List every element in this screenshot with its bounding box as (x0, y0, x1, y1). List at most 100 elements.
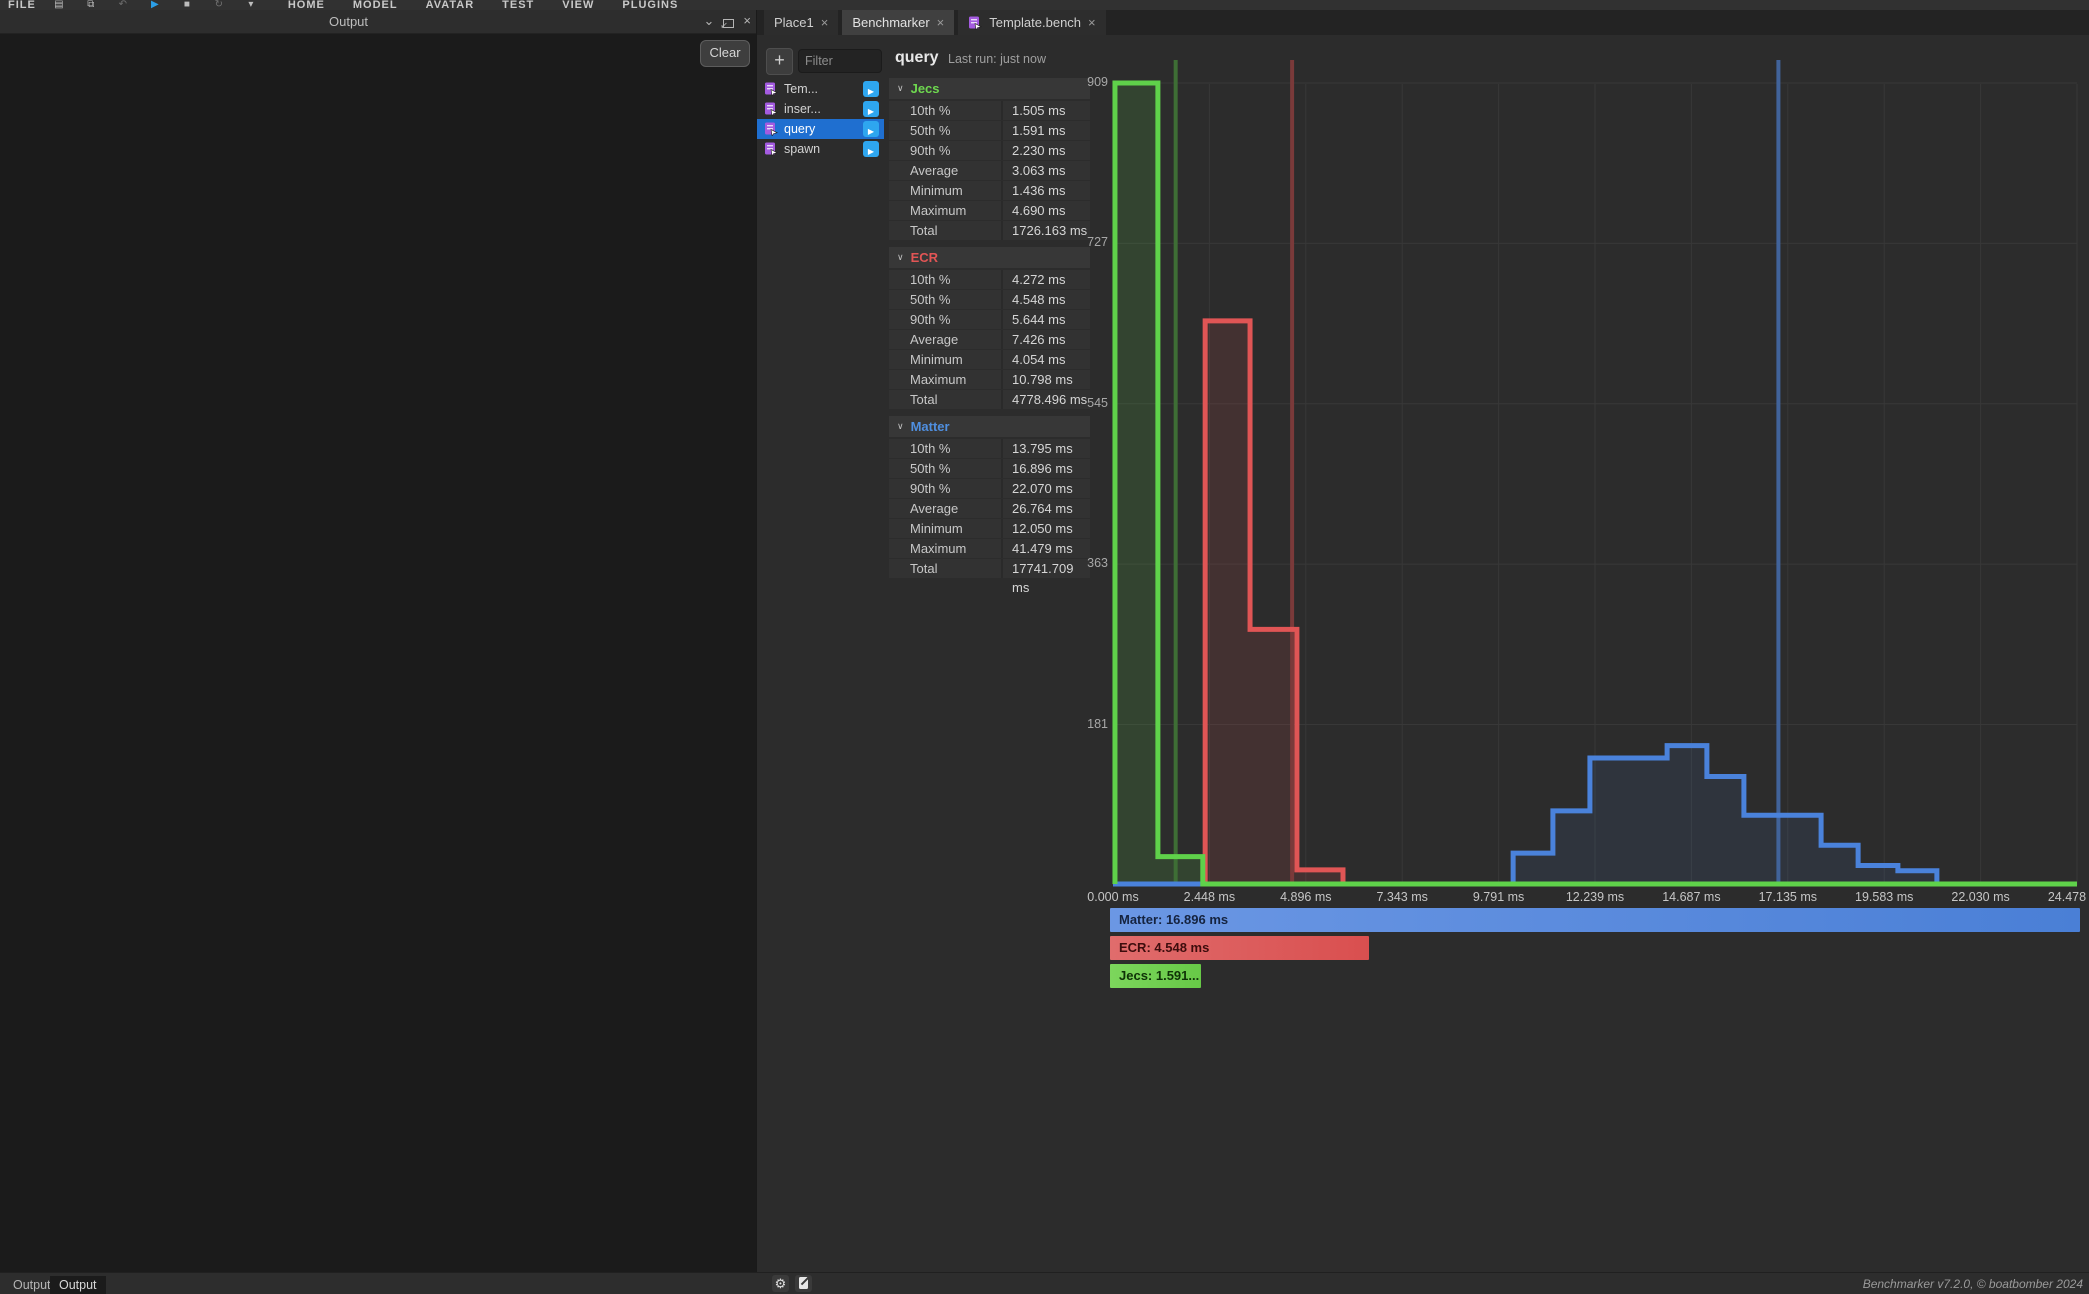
stat-label: Minimum (889, 519, 1003, 538)
toolbar-menu-item[interactable]: TEST (502, 0, 534, 10)
editor-tab[interactable]: Benchmarker × (842, 10, 954, 35)
toolbar-menu-item[interactable]: HOME (288, 0, 325, 10)
file-menu[interactable]: FILE (8, 0, 36, 10)
log-line (4, 728, 757, 744)
script-icon (764, 102, 778, 116)
stat-row: 10th %13.795 ms (889, 439, 1090, 458)
stat-value: 4.272 ms (1003, 270, 1090, 289)
add-benchmark-button[interactable]: + (766, 48, 793, 75)
y-axis-tick-label: 545 (1042, 396, 1108, 410)
results-panel: query Last run: just now ∨Jecs10th %1.50… (884, 35, 2089, 1272)
log-line: 20985 (4, 168, 757, 184)
toolbar-menu-item[interactable]: PLUGINS (622, 0, 678, 10)
studio-window: FILE ▤ ⧉ ↶ ▶ ■ ↻ ▾ HOME MODEL AVATAR TEST VIEW PLUG… (0, 0, 2089, 1293)
stat-label: 10th % (889, 439, 1003, 458)
settings-gear-icon[interactable]: ⚙ (772, 1275, 789, 1292)
close-tab-icon[interactable]: × (937, 15, 945, 30)
stat-value: 2.230 ms (1003, 141, 1090, 160)
benchmark-list-item[interactable]: query ▶ (757, 119, 884, 139)
stat-label: Total (889, 559, 1003, 578)
popout-panel-icon[interactable]: ↙ (723, 19, 734, 28)
run-benchmark-button[interactable]: ▶ (863, 141, 879, 157)
stat-label: Average (889, 161, 1003, 180)
toolbar-menu-item[interactable]: VIEW (562, 0, 594, 10)
x-axis-tick-label: 22.030 ms (1936, 890, 2026, 904)
editor-tab-label: Template.bench (989, 15, 1081, 30)
bottom-tab-output[interactable]: Output (50, 1276, 106, 1294)
stat-value: 13.795 ms (1003, 439, 1090, 458)
close-tab-icon[interactable]: × (821, 15, 829, 30)
benchmark-list-item[interactable]: inser... ▶ (757, 99, 884, 119)
benchmark-list-item[interactable]: Tem... ▶ (757, 79, 884, 99)
stat-label: Average (889, 499, 1003, 518)
stat-row: Minimum4.054 ms (889, 350, 1090, 369)
benchmark-list-item[interactable]: spawn ▶ (757, 139, 884, 159)
play-icon: ▶ (868, 87, 874, 96)
output-panel-header[interactable]: Output ⌄ ↙ × (0, 10, 757, 34)
stats-table: ∨Jecs10th %1.505 ms50th %1.591 ms90th %2… (889, 78, 1090, 585)
editor-tab[interactable]: Template.bench × (958, 10, 1105, 35)
stop-icon[interactable]: ■ (178, 0, 196, 10)
log-line: 21105 (4, 1176, 757, 1192)
benchmark-sidebar: + Tem... ▶ (757, 35, 885, 1272)
stat-value: 4.690 ms (1003, 201, 1090, 220)
copy-icon[interactable]: ⧉ (82, 0, 100, 10)
close-tab-icon[interactable]: × (1088, 15, 1096, 30)
log-line: N entities 65534 | with common component… (4, 1064, 757, 1080)
stat-row: 90th %5.644 ms (889, 310, 1090, 329)
stat-label: Minimum (889, 350, 1003, 369)
log-line: 20904 (4, 1208, 757, 1224)
stat-value: 3.063 ms (1003, 161, 1090, 180)
log-line: 21042 (4, 552, 757, 568)
chevron-down-icon: ∨ (897, 252, 904, 263)
stat-row: Average3.063 ms (889, 161, 1090, 180)
section-header-matter[interactable]: ∨Matter (889, 416, 1090, 437)
toolbar-menu-item[interactable]: AVATAR (426, 0, 475, 10)
log-line: :50 function updateAll (4, 760, 757, 776)
log-line: 20887 (4, 1048, 757, 1064)
log-line: cloud_5853950046.Benchmarker.Packages._I… (4, 664, 757, 680)
log-line: N entities 65534 | with common component… (4, 376, 757, 392)
editor-tab[interactable]: Place1 × (764, 10, 838, 35)
log-line: N entities 65534 | with common component… (4, 312, 757, 328)
undo-icon[interactable]: ↶ (114, 0, 132, 10)
log-line: N entities 65534 | with common component… (4, 1128, 757, 1144)
play-icon[interactable]: ▶ (146, 0, 164, 10)
collapse-panel-icon[interactable]: ⌄ (704, 13, 715, 29)
toolbar-menu-item[interactable]: MODEL (353, 0, 398, 10)
run-benchmark-button[interactable]: ▶ (863, 121, 879, 137)
x-axis-tick-label: 14.687 ms (1646, 890, 1736, 904)
log-line: N entities 65534 | with common component… (4, 120, 757, 136)
log-line: function update (4, 712, 757, 728)
clear-output-button[interactable]: Clear (700, 40, 750, 67)
stat-row: 10th %4.272 ms (889, 270, 1090, 289)
run-benchmark-button[interactable]: ▶ (863, 81, 879, 97)
section-header-ecr[interactable]: ∨ECR (889, 247, 1090, 268)
redo-icon[interactable]: ↻ (210, 0, 228, 10)
y-axis-tick-label: 363 (1042, 556, 1108, 570)
log-line: 'cloud_5853950046.Benchmarker.Packages._… (4, 904, 757, 920)
play-icon: ▶ (868, 127, 874, 136)
script-icon (764, 82, 778, 96)
stat-label: Total (889, 390, 1003, 409)
legend-bar-matter: Matter: 16.896 ms (1110, 908, 2080, 932)
stat-value: 22.070 ms (1003, 479, 1090, 498)
stat-value: 1.436 ms (1003, 181, 1090, 200)
expand-icon[interactable]: ▾ (242, 0, 260, 10)
filter-input[interactable] (798, 49, 882, 73)
docs-icon[interactable] (795, 1275, 812, 1292)
stat-label: Maximum (889, 370, 1003, 389)
log-line: N entities 65534 | with common component… (4, 1032, 757, 1048)
close-panel-icon[interactable]: × (743, 13, 751, 29)
run-benchmark-button[interactable]: ▶ (863, 101, 879, 117)
log-line: 20866 (4, 984, 757, 1000)
stat-label: 50th % (889, 121, 1003, 140)
stat-value: 5.644 ms (1003, 310, 1090, 329)
output-console[interactable]: 20886 N entities 65534 | with common com… (0, 34, 757, 1272)
log-line: Stack End (4, 936, 757, 952)
status-bar: OutputOutput ⚙ Benchmarker v7.2.0, © boa… (0, 1272, 2089, 1294)
paste-icon[interactable]: ▤ (50, 0, 68, 10)
log-line: cloud_5853950046.Benchmarker.Packages._I… (4, 696, 757, 712)
stat-label: 10th % (889, 101, 1003, 120)
log-line: (ID: computedCallbackError) (4, 600, 757, 616)
